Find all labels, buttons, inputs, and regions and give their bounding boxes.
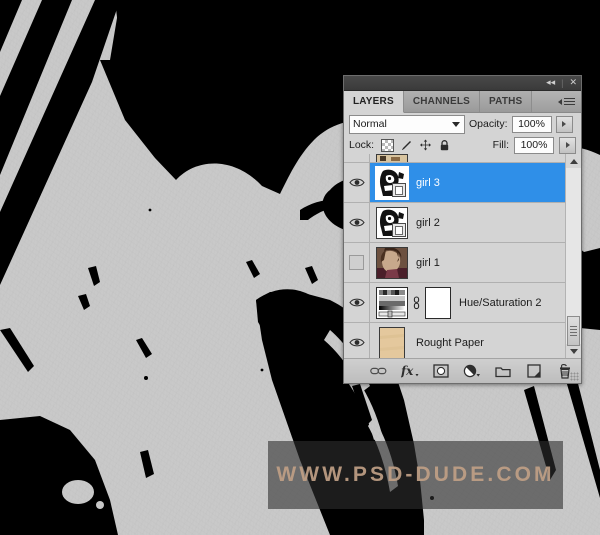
fill-input[interactable]: 100% — [514, 136, 554, 154]
layer-row[interactable]: girl 2 — [344, 203, 566, 243]
opacity-label: Opacity: — [469, 118, 508, 130]
scrollbar-track[interactable] — [566, 168, 581, 346]
opacity-input[interactable]: 100% — [511, 115, 552, 133]
layer-name: Hue/Saturation 2 — [459, 296, 542, 309]
layer-thumbnail — [376, 206, 408, 239]
close-icon[interactable]: ✕ — [569, 78, 577, 88]
layer-list[interactable]: girl 3 girl 2 girl 1 Hue/Saturation 2 Ro… — [344, 154, 581, 358]
layers-panel-toolbar[interactable]: fx — [344, 358, 581, 383]
layer-thumbnail-cell — [370, 203, 414, 242]
layer-list-scrollbar[interactable] — [565, 154, 581, 358]
layer-row[interactable]: Hue/Saturation 2 — [344, 283, 566, 323]
layer-row-partial[interactable] — [344, 154, 566, 163]
tab-paths[interactable]: PATHS — [480, 91, 533, 112]
layer-thumbnail — [379, 326, 405, 358]
layer-mask-thumbnail — [392, 182, 406, 197]
adjustment-thumbnail — [376, 286, 408, 319]
scroll-down-arrow[interactable] — [566, 344, 581, 358]
layer-thumbnail-cell — [370, 163, 414, 202]
layer-style-button[interactable]: fx — [401, 363, 419, 380]
resize-grip-icon[interactable] — [570, 372, 579, 381]
new-fill-adjustment-button[interactable] — [463, 363, 481, 380]
lock-transparent-pixels-icon[interactable] — [381, 138, 395, 152]
watermark-text: WWW.PSD-DUDE.COM — [276, 463, 555, 486]
link-layers-button[interactable] — [370, 363, 388, 380]
tab-layers[interactable]: LAYERS — [344, 91, 404, 113]
layer-row[interactable]: girl 3 — [344, 163, 566, 203]
layer-thumbnail — [376, 154, 408, 162]
layer-thumbnail — [375, 165, 409, 200]
visibility-toggle-girl-1[interactable] — [344, 243, 370, 282]
eye-icon[interactable] — [348, 177, 365, 188]
opacity-slider-button[interactable] — [555, 115, 573, 133]
svg-text:fx: fx — [401, 364, 414, 378]
layer-thumbnail-cell — [370, 154, 414, 162]
panel-tabs[interactable]: LAYERS CHANNELS PATHS — [344, 91, 581, 113]
blend-mode-row[interactable]: Normal Opacity: 100% — [344, 113, 581, 135]
titlebar-divider: | — [561, 78, 564, 88]
collapse-panel-icon[interactable]: ◂◂ — [546, 78, 555, 88]
scrollbar-thumb[interactable] — [567, 316, 580, 346]
layer-name: Rought Paper — [416, 336, 484, 349]
fill-slider-button[interactable] — [559, 136, 576, 154]
layer-mask-thumbnail — [425, 286, 451, 319]
scroll-up-arrow[interactable] — [566, 154, 581, 168]
layer-thumbnail-cell — [370, 243, 414, 282]
visibility-toggle-rought-paper[interactable] — [344, 323, 370, 358]
lock-all-icon[interactable] — [438, 139, 451, 152]
panel-titlebar[interactable]: ◂◂ | ✕ — [344, 76, 581, 91]
visibility-toggle-hue-saturation[interactable] — [344, 283, 370, 322]
layer-name: girl 3 — [416, 176, 440, 189]
layer-name: girl 1 — [416, 256, 440, 269]
mask-link-icon[interactable] — [412, 295, 421, 310]
eye-icon[interactable] — [348, 297, 365, 308]
lock-label: Lock: — [349, 139, 375, 151]
tab-channels[interactable]: CHANNELS — [403, 91, 481, 112]
layer-row[interactable]: Rought Paper — [344, 323, 566, 358]
eye-icon-off[interactable] — [349, 255, 364, 270]
menu-triangle-icon — [558, 98, 562, 105]
eye-icon[interactable] — [348, 217, 365, 228]
fill-label: Fill: — [492, 139, 509, 151]
watermark-band: WWW.PSD-DUDE.COM — [268, 441, 563, 509]
lock-image-pixels-icon[interactable] — [400, 139, 413, 152]
visibility-toggle-girl-2[interactable] — [344, 203, 370, 242]
layer-list-viewport[interactable]: girl 3 girl 2 girl 1 Hue/Saturation 2 Ro… — [344, 154, 566, 358]
visibility-toggle-girl-3[interactable] — [344, 163, 370, 202]
eye-icon[interactable] — [348, 337, 365, 348]
panel-menu-icon[interactable] — [558, 91, 581, 112]
layer-name: girl 2 — [416, 216, 440, 229]
layer-row[interactable]: girl 1 — [344, 243, 566, 283]
blend-mode-value: Normal — [353, 118, 387, 130]
visibility-toggle[interactable] — [344, 154, 370, 162]
blend-mode-select[interactable]: Normal — [349, 114, 465, 134]
hamburger-icon — [564, 98, 575, 105]
lock-row[interactable]: Lock: Fill: 100% — [344, 135, 581, 156]
layer-thumbnail-cell — [370, 323, 414, 358]
layers-panel[interactable]: ◂◂ | ✕ LAYERS CHANNELS PATHS Normal Opac… — [343, 75, 582, 384]
lock-position-icon[interactable] — [419, 139, 432, 152]
new-layer-button[interactable] — [525, 363, 543, 380]
new-group-button[interactable] — [494, 363, 512, 380]
layer-mask-thumbnail — [392, 222, 406, 237]
add-layer-mask-button[interactable] — [432, 363, 450, 380]
chevron-down-icon — [452, 122, 460, 127]
adjustment-layer-cell — [370, 286, 451, 319]
layer-thumbnail — [376, 246, 408, 279]
